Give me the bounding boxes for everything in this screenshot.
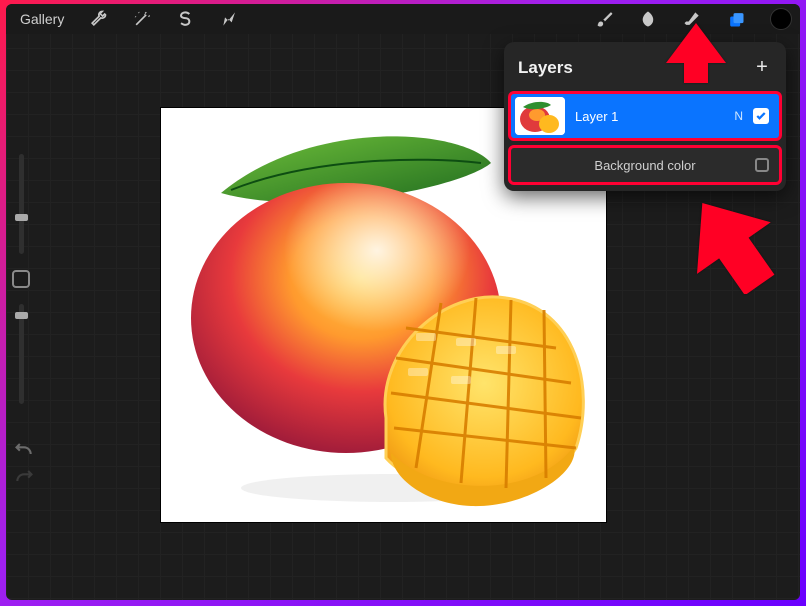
layers-panel: Layers + Layer 1 N Background color xyxy=(504,42,786,191)
layer-row-layer1[interactable]: Layer 1 N xyxy=(508,91,782,141)
background-layer-name: Background color xyxy=(594,158,695,173)
brush-opacity-slider[interactable] xyxy=(19,304,24,404)
toolbar-left-group xyxy=(88,9,240,29)
modify-button[interactable] xyxy=(12,270,30,288)
layers-header: Layers + xyxy=(504,42,786,91)
layers-icon[interactable] xyxy=(726,9,746,29)
annotation-arrow-top xyxy=(666,23,726,83)
add-layer-button[interactable]: + xyxy=(752,56,772,79)
layer-row-background[interactable]: Background color xyxy=(508,145,782,185)
brush-icon[interactable] xyxy=(594,9,614,29)
gallery-button[interactable]: Gallery xyxy=(14,9,70,29)
color-well[interactable] xyxy=(770,8,792,30)
actions-wrench-icon[interactable] xyxy=(88,9,108,29)
smudge-icon[interactable] xyxy=(638,9,658,29)
procreate-app: Gallery xyxy=(6,4,800,600)
layer-thumbnail xyxy=(515,97,565,135)
layer-blend-mode[interactable]: N xyxy=(734,109,743,123)
left-sidebar xyxy=(10,154,32,474)
annotation-arrow-bottom xyxy=(686,194,776,294)
brush-opacity-knob[interactable] xyxy=(15,312,28,319)
layers-title: Layers xyxy=(518,58,573,78)
adjustments-wand-icon[interactable] xyxy=(132,9,152,29)
layer-name: Layer 1 xyxy=(575,109,734,124)
layer-visible-checkbox[interactable] xyxy=(753,108,769,124)
brush-size-knob[interactable] xyxy=(15,214,28,221)
selection-s-icon[interactable] xyxy=(176,9,196,29)
transform-arrow-icon[interactable] xyxy=(220,9,240,29)
brush-size-slider[interactable] xyxy=(19,154,24,254)
background-visible-checkbox[interactable] xyxy=(755,158,769,172)
